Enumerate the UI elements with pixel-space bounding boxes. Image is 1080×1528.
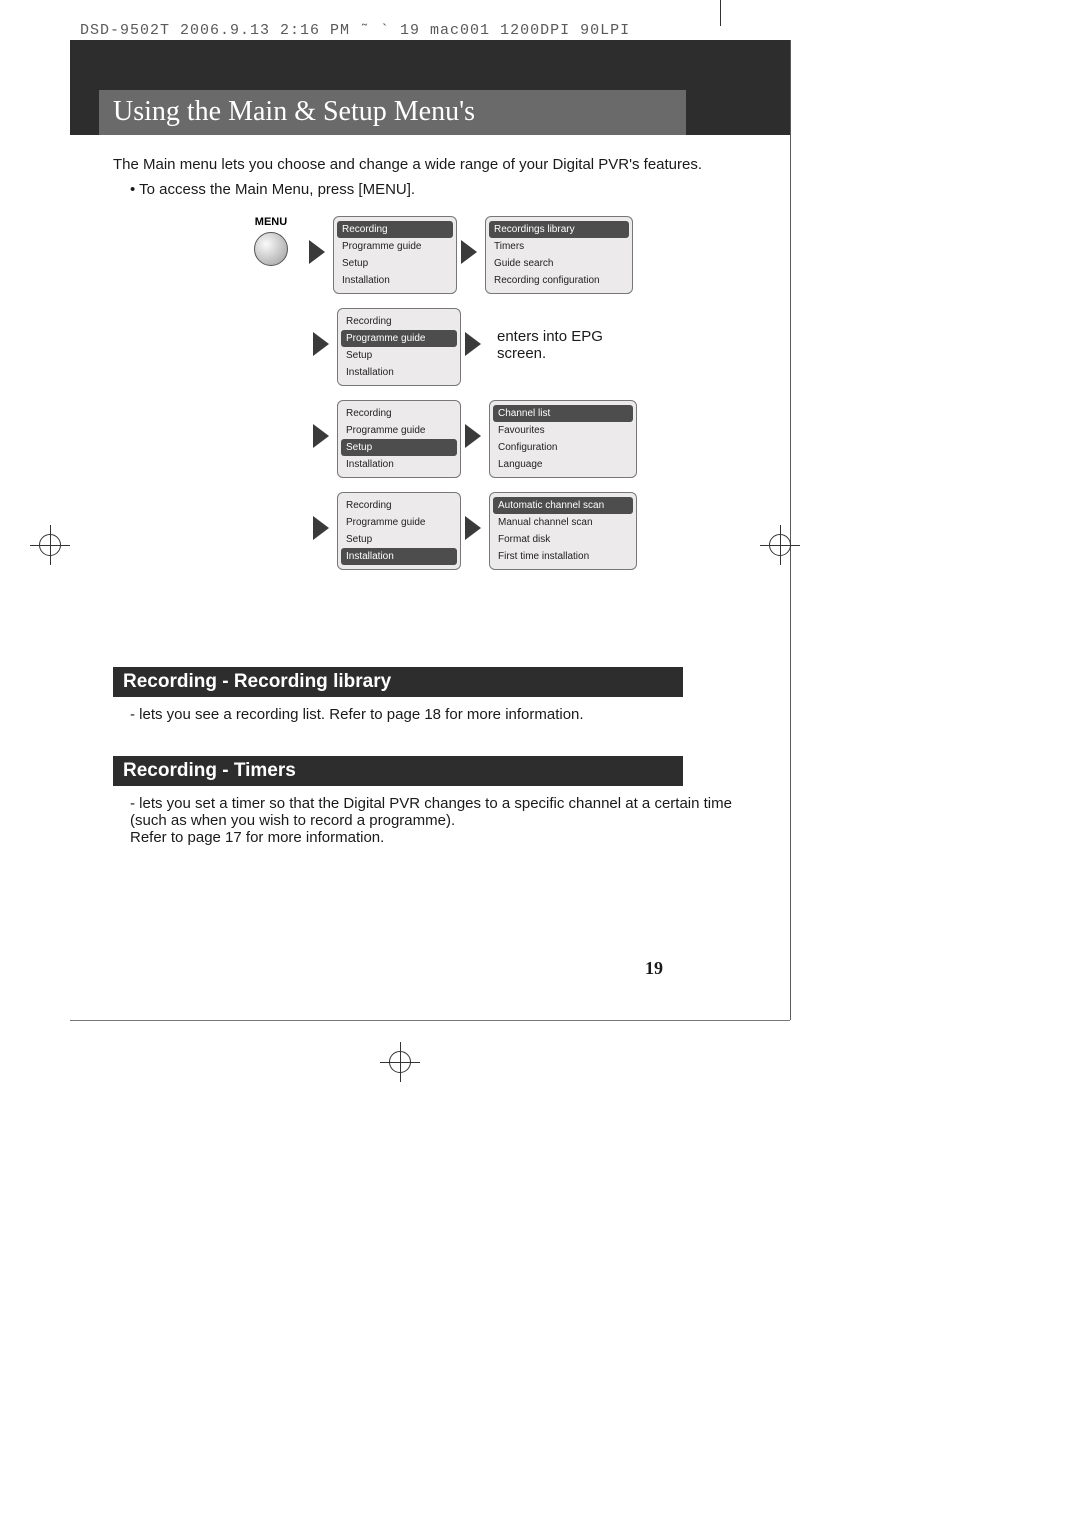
main-menu-box: RecordingProgramme guideSetupInstallatio… <box>337 308 461 386</box>
registration-mark-icon <box>760 525 800 565</box>
menu-item[interactable]: Programme guide <box>338 514 460 531</box>
menu-item[interactable]: Configuration <box>490 439 636 456</box>
menu-item[interactable]: Setup <box>338 531 460 548</box>
menu-knob-icon <box>254 232 288 266</box>
arrow-right-icon <box>465 332 481 356</box>
page-title: Using the Main & Setup Menu's <box>99 90 686 135</box>
arrow-right-icon <box>465 424 481 448</box>
menu-item[interactable]: Channel list <box>493 405 633 422</box>
arrow-right-icon <box>465 516 481 540</box>
menu-button[interactable]: MENU <box>241 216 305 266</box>
main-menu-box: RecordingProgramme guideSetupInstallatio… <box>337 400 461 478</box>
menu-item[interactable]: First time installation <box>490 548 636 565</box>
sub-menu-box: Channel listFavouritesConfigurationLangu… <box>489 400 637 478</box>
arrow-right-icon <box>313 424 329 448</box>
menu-item[interactable]: Programme guide <box>334 238 456 255</box>
page-number: 19 <box>645 958 663 979</box>
crop-mark <box>720 0 721 26</box>
arrow-right-icon <box>309 240 325 264</box>
menu-item[interactable]: Installation <box>338 364 460 381</box>
sub-menu-box: Recordings libraryTimersGuide searchReco… <box>485 216 633 294</box>
menu-item[interactable]: Recording <box>338 497 460 514</box>
arrow-right-icon <box>313 516 329 540</box>
menu-item[interactable]: Recordings library <box>489 221 629 238</box>
menu-item[interactable]: Installation <box>338 456 460 473</box>
registration-mark-icon <box>380 1042 420 1082</box>
submenu-result-text: enters into EPG screen. <box>497 328 637 362</box>
menu-item[interactable]: Setup <box>341 439 457 456</box>
menu-item[interactable]: Format disk <box>490 531 636 548</box>
access-instruction: To access the Main Menu, press [MENU]. <box>130 181 415 198</box>
menu-item[interactable]: Recording <box>337 221 453 238</box>
menu-item[interactable]: Installation <box>334 272 456 289</box>
desc-text: lets you set a timer so that the Digital… <box>130 795 732 846</box>
menu-item[interactable]: Automatic channel scan <box>493 497 633 514</box>
menu-item[interactable]: Recording <box>338 313 460 330</box>
registration-mark-icon <box>30 525 70 565</box>
menu-item[interactable]: Programme guide <box>341 330 457 347</box>
menu-item[interactable]: Favourites <box>490 422 636 439</box>
desc-text: lets you see a recording list. Refer to … <box>139 706 583 723</box>
menu-item[interactable]: Guide search <box>486 255 632 272</box>
section-heading-recording-library: Recording - Recording library <box>113 667 683 697</box>
menu-item[interactable]: Installation <box>341 548 457 565</box>
menu-item[interactable]: Setup <box>338 347 460 364</box>
menu-button-label: MENU <box>241 216 301 228</box>
print-header: DSD-9502T 2006.9.13 2:16 PM ˜ ` 19 mac00… <box>80 22 630 39</box>
arrow-right-icon <box>461 240 477 264</box>
menu-item[interactable]: Recording <box>338 405 460 422</box>
section-desc-timers: lets you set a timer so that the Digital… <box>130 795 750 846</box>
menu-item[interactable]: Setup <box>334 255 456 272</box>
arrow-right-icon <box>313 332 329 356</box>
menu-item[interactable]: Recording configuration <box>486 272 632 289</box>
intro-text: The Main menu lets you choose and change… <box>113 156 813 173</box>
section-desc-recording-library: lets you see a recording list. Refer to … <box>130 706 750 723</box>
margin-line <box>70 1020 790 1021</box>
menu-item[interactable]: Timers <box>486 238 632 255</box>
menu-item[interactable]: Programme guide <box>338 422 460 439</box>
main-menu-box: RecordingProgramme guideSetupInstallatio… <box>333 216 457 294</box>
bullet-text: To access the Main Menu, press [MENU]. <box>139 181 415 198</box>
menu-diagram: MENURecordingProgramme guideSetupInstall… <box>309 216 729 584</box>
section-heading-timers: Recording - Timers <box>113 756 683 786</box>
menu-item[interactable]: Manual channel scan <box>490 514 636 531</box>
menu-item[interactable]: Language <box>490 456 636 473</box>
main-menu-box: RecordingProgramme guideSetupInstallatio… <box>337 492 461 570</box>
sub-menu-box: Automatic channel scanManual channel sca… <box>489 492 637 570</box>
